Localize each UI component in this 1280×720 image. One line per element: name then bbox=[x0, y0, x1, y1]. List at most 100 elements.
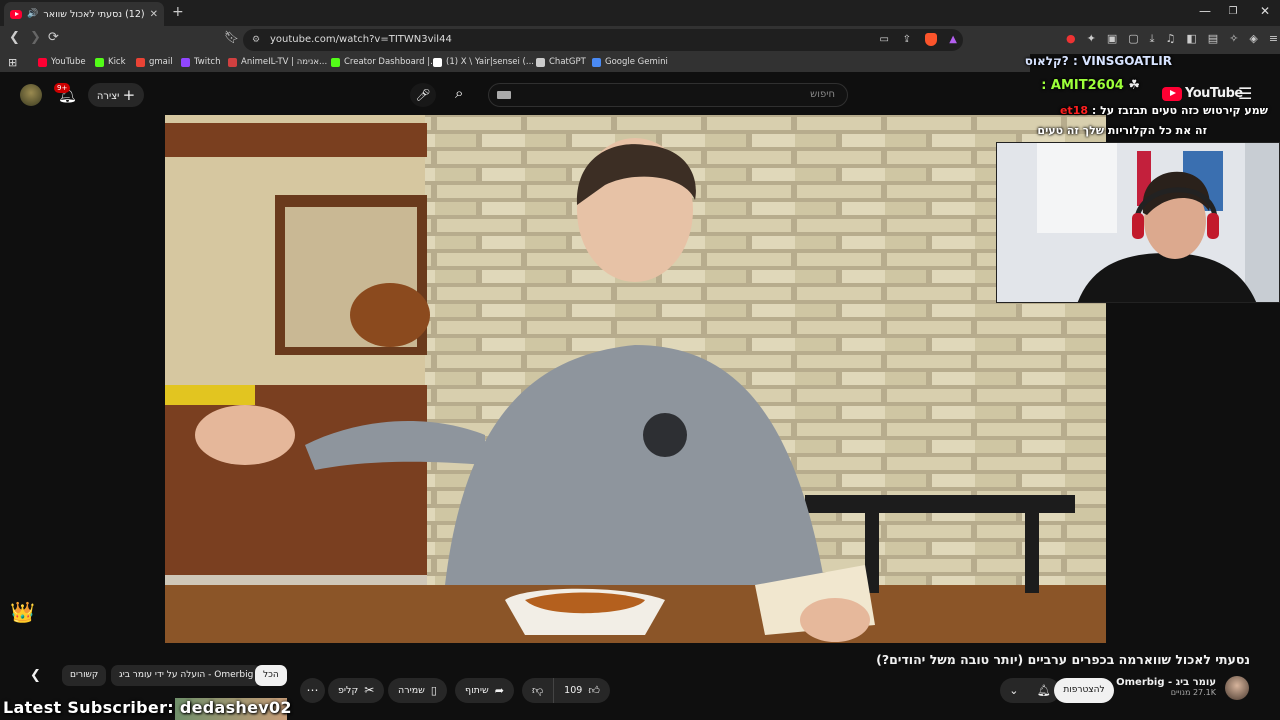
more-actions-icon[interactable]: ⋯ bbox=[300, 678, 325, 703]
youtube-logo[interactable]: YouTube bbox=[1162, 86, 1243, 101]
tab-close-icon[interactable]: ✕ bbox=[150, 9, 158, 20]
search-placeholder: חיפוש bbox=[810, 89, 835, 100]
like-count: 109 bbox=[564, 685, 583, 696]
chip-all[interactable]: הכל bbox=[255, 665, 287, 686]
wallet-icon[interactable]: ▤ bbox=[1208, 32, 1218, 46]
share-button[interactable]: שיתוף ➦ bbox=[455, 678, 514, 703]
bookmark-icon[interactable]: 🔖︎ bbox=[224, 30, 239, 44]
url-text: youtube.com/watch?v=TITWN3vil44 bbox=[270, 34, 452, 45]
extension-icon[interactable]: ▣ bbox=[1107, 32, 1117, 46]
notification-badge: 9+ bbox=[54, 83, 71, 93]
youtube-logo-text: YouTube bbox=[1185, 86, 1243, 101]
save-icon: ▯ bbox=[430, 684, 437, 697]
save-label: שמירה bbox=[398, 685, 425, 696]
reload-icon[interactable]: ⟳ bbox=[48, 30, 59, 45]
bookmark-label: Kick bbox=[108, 57, 126, 67]
channel-info: עומר ביג - Omerbig 27.1K מנויים bbox=[1116, 677, 1216, 697]
bookmark-favicon-icon bbox=[536, 57, 545, 67]
bell-icon: 🔔︎ bbox=[1036, 684, 1051, 697]
bookmark-favicon-icon bbox=[181, 57, 190, 67]
bookmark-item[interactable]: AnimeIL-TV | אנימה... bbox=[228, 57, 327, 67]
chat-badge-icon: ☘ bbox=[1128, 78, 1140, 93]
install-icon[interactable]: ▭ bbox=[880, 29, 889, 51]
rewards-icon[interactable]: ▲ bbox=[949, 29, 957, 51]
extension-icon[interactable]: ▢ bbox=[1128, 32, 1138, 46]
chevron-down-icon: ⌄ bbox=[1009, 684, 1019, 697]
url-field[interactable]: ⚙ youtube.com/watch?v=TITWN3vil44 ▭ ⇪ ▲ bbox=[243, 29, 963, 51]
chat-username: VINSGOATLIR bbox=[1081, 54, 1172, 68]
bookmark-item[interactable]: Creator Dashboard |... bbox=[331, 57, 438, 67]
bookmark-favicon-icon bbox=[38, 57, 47, 67]
speaker-icon[interactable]: 🔊 bbox=[27, 9, 38, 19]
clip-label: קליפ bbox=[338, 685, 359, 696]
video-player[interactable] bbox=[165, 115, 1106, 643]
notifications-button[interactable]: 🔔︎ 9+ bbox=[54, 83, 77, 104]
bookmark-item[interactable]: Twitch bbox=[181, 57, 221, 67]
chat-text: שמע קירטוש כזה טעים תבזבז על bbox=[1100, 104, 1268, 117]
browser-tab-bar: 🔊 (12) נסעתי לאכול שווארמה בכ ✕ + — ❐ ✕ bbox=[0, 0, 1280, 26]
crown-avatar-icon: 👑 bbox=[10, 600, 35, 624]
plus-icon: + bbox=[122, 86, 136, 104]
bookmark-item[interactable]: (1) X \ Yair|sensei (... bbox=[433, 57, 534, 67]
channel-name[interactable]: עומר ביג - Omerbig bbox=[1116, 677, 1216, 688]
chat-message: VINSGOATLIR : ?קלאוס bbox=[1024, 54, 1172, 68]
tab-title: (12) נסעתי לאכול שווארמה בכ bbox=[43, 8, 145, 20]
bookmark-label: Google Gemini bbox=[605, 57, 668, 67]
chat-text: זה את כל הקלוריות שלך זה טעים bbox=[1037, 124, 1207, 137]
hamburger-menu-icon[interactable]: ☰ bbox=[1238, 84, 1252, 103]
video-title: נסעתי לאכול שווארמה בכפרים ערביים (יותר … bbox=[876, 652, 1250, 667]
vpn-icon[interactable]: ◈ bbox=[1249, 32, 1257, 46]
search-input[interactable]: חיפוש bbox=[488, 83, 848, 107]
keyboard-icon[interactable] bbox=[497, 91, 511, 99]
site-info-icon[interactable]: ⚙ bbox=[252, 29, 260, 51]
voice-search-button[interactable]: 🎤︎ bbox=[410, 83, 436, 107]
leo-icon[interactable]: ✧ bbox=[1229, 32, 1238, 46]
join-button[interactable]: להצטרפות bbox=[1054, 678, 1114, 703]
like-button[interactable]: 👍︎ bbox=[588, 678, 610, 703]
back-icon[interactable]: ❮ bbox=[9, 30, 20, 45]
dislike-button[interactable]: 👎︎ bbox=[522, 678, 555, 703]
bookmark-item[interactable]: gmail bbox=[136, 57, 173, 67]
create-button[interactable]: + יצירה bbox=[88, 83, 144, 107]
share-page-icon[interactable]: ⇪ bbox=[903, 29, 911, 51]
record-extension-icon[interactable]: ● bbox=[1066, 32, 1076, 46]
bookmark-label: Creator Dashboard |... bbox=[344, 57, 439, 67]
video-frame bbox=[165, 115, 1106, 643]
bookmark-item[interactable]: ChatGPT bbox=[536, 57, 586, 67]
bookmark-item[interactable]: Kick bbox=[95, 57, 126, 67]
puzzle-extension-icon[interactable]: ✦ bbox=[1087, 32, 1096, 46]
webcam-overlay bbox=[996, 142, 1280, 303]
brave-shield-icon[interactable] bbox=[925, 33, 937, 46]
new-tab-button[interactable]: + bbox=[172, 4, 184, 20]
subscription-dropdown-icon[interactable]: ⌄ 🔔︎ bbox=[1000, 678, 1060, 703]
chip-related[interactable]: קשורים bbox=[62, 665, 107, 686]
clip-button[interactable]: קליפ ✂ bbox=[328, 678, 385, 703]
chip-from-channel[interactable]: הועלה על ידי עומר ביג - Omerbig bbox=[111, 665, 262, 686]
bookmark-item[interactable]: Google Gemini bbox=[592, 57, 668, 67]
share-icon: ➦ bbox=[494, 684, 504, 697]
bookmark-label: YouTube bbox=[51, 57, 86, 67]
apps-grid-icon[interactable]: ⊞ bbox=[8, 56, 17, 69]
forward-icon[interactable]: ❯ bbox=[30, 30, 41, 45]
chips-prev-icon[interactable]: ❮ bbox=[30, 668, 41, 683]
menu-icon[interactable]: ≡ bbox=[1269, 32, 1278, 46]
save-button[interactable]: שמירה ▯ bbox=[388, 678, 447, 703]
bookmark-label: gmail bbox=[149, 57, 173, 67]
create-label: יצירה bbox=[96, 91, 120, 102]
minimize-icon[interactable]: — bbox=[1190, 4, 1220, 18]
search-button[interactable]: ⌕ bbox=[455, 84, 463, 102]
avatar[interactable] bbox=[20, 84, 42, 106]
bookmark-favicon-icon bbox=[228, 57, 237, 67]
download-icon[interactable]: ⤓ bbox=[1150, 32, 1155, 46]
window-close-icon[interactable]: ✕ bbox=[1250, 4, 1280, 18]
media-icon[interactable]: ♫ bbox=[1166, 32, 1176, 46]
channel-avatar[interactable] bbox=[1225, 676, 1249, 700]
subscriber-count: 27.1K מנויים bbox=[1170, 688, 1216, 697]
chat-username: et18 bbox=[1059, 104, 1088, 117]
chat-message: זה את כל הקלוריות שלך זה טעים bbox=[1037, 124, 1207, 137]
bookmark-item[interactable]: YouTube bbox=[38, 57, 86, 67]
browser-tab[interactable]: 🔊 (12) נסעתי לאכול שווארמה בכ ✕ bbox=[4, 2, 164, 26]
chat-text: ?קלאוס bbox=[1024, 54, 1069, 68]
restore-icon[interactable]: ❐ bbox=[1218, 6, 1248, 17]
sidebar-icon[interactable]: ◧ bbox=[1186, 32, 1196, 46]
